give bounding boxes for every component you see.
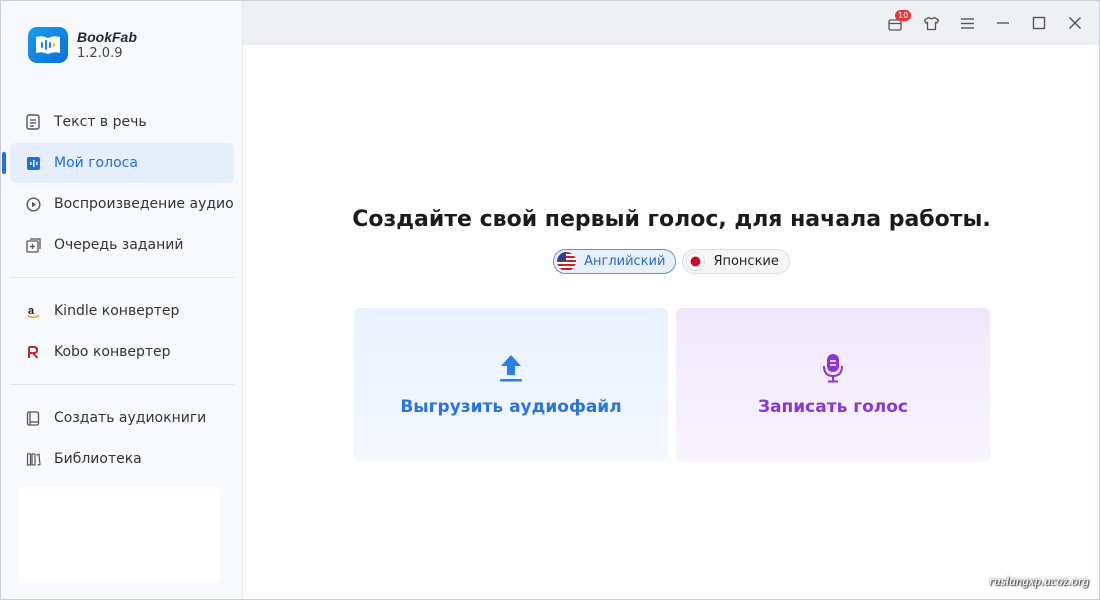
voice-action-cards: Выгрузить аудиофайл Записать голос [354,308,990,462]
menu-button[interactable] [949,1,985,45]
sidebar-item-label: Очередь заданий [54,237,184,253]
sidebar: BookFab 1.2.0.9 Текст в речь Мой голоса [1,1,243,599]
hamburger-menu-icon [960,17,974,29]
app-name: BookFab [77,28,137,45]
brand: BookFab 1.2.0.9 [28,27,137,63]
record-voice-label: Записать голос [757,397,909,417]
language-chip-japanese[interactable]: Японские [682,249,790,274]
sidebar-item-label: Мой голоса [54,155,138,171]
watermark: ruslangxp.ucoz.org [989,573,1089,588]
page-title: Создайте свой первый голос, для начала р… [352,207,991,232]
japan-flag-icon [686,252,706,271]
app-window: BookFab 1.2.0.9 Текст в речь Мой голоса [0,0,1100,600]
sidebar-nav: Текст в речь Мой голоса Воспроизведение … [2,102,234,480]
language-chip-english[interactable]: Английский [553,249,677,274]
sidebar-item-label: Текст в речь [54,114,147,130]
svg-text:a: a [28,305,35,317]
app-version: 1.2.0.9 [77,45,123,61]
queue-add-icon [24,236,42,254]
sidebar-divider [10,277,234,278]
maximize-icon [1032,16,1046,30]
sidebar-promo-card [18,487,220,583]
sidebar-item-kobo-converter[interactable]: Kobo конвертер [10,332,234,372]
sidebar-item-label: Kobo конвертер [54,344,171,360]
amazon-icon: a [24,302,42,320]
play-circle-icon [24,195,42,213]
language-selector: Английский Японские [243,249,1100,274]
voice-icon [24,154,42,172]
record-voice-card[interactable]: Записать голос [676,308,990,462]
minimize-icon [997,22,1009,24]
bookfab-logo-icon [28,27,68,63]
library-icon [24,450,42,468]
sidebar-item-label: Библиотека [54,451,142,467]
close-icon [1069,17,1081,29]
language-label: Японские [713,254,779,269]
notification-badge: 10 [895,10,912,21]
titlebar: 10 [243,1,1099,45]
close-button[interactable] [1057,1,1093,45]
us-flag-icon [557,252,577,271]
upload-icon [500,355,522,382]
sidebar-item-task-queue[interactable]: Очередь заданий [10,225,234,265]
minimize-button[interactable] [985,1,1021,45]
sidebar-item-create-audiobooks[interactable]: Создать аудиокниги [10,398,234,438]
tshirt-icon [923,16,939,30]
upload-audio-card[interactable]: Выгрузить аудиофайл [354,308,668,462]
kobo-icon [24,343,42,361]
sidebar-item-label: Воспроизведение аудио [54,196,234,212]
microphone-icon [823,354,843,383]
sidebar-item-text-to-speech[interactable]: Текст в речь [10,102,234,142]
upload-audio-label: Выгрузить аудиофайл [400,397,622,417]
sidebar-item-kindle-converter[interactable]: a Kindle конвертер [10,291,234,331]
sidebar-divider [10,384,234,385]
sidebar-item-my-voices[interactable]: Мой голоса [2,143,234,183]
notifications-button[interactable]: 10 [877,1,913,45]
sidebar-item-label: Создать аудиокниги [54,410,207,426]
book-icon [24,409,42,427]
sidebar-item-label: Kindle конвертер [54,303,180,319]
skin-button[interactable] [913,1,949,45]
sidebar-item-audio-playback[interactable]: Воспроизведение аудио [10,184,234,224]
document-icon [24,113,42,131]
language-label: Английский [584,254,666,269]
main-content: 10 Создайте свой первый голос, для начал… [243,1,1099,599]
sidebar-item-library[interactable]: Библиотека [10,439,234,479]
maximize-button[interactable] [1021,1,1057,45]
